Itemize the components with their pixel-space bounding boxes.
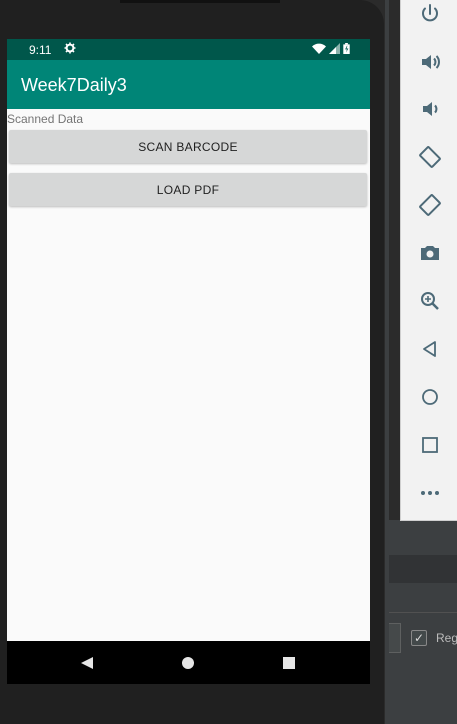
status-time: 9:11 [29, 43, 52, 57]
camera-icon[interactable] [413, 236, 447, 270]
rotate-left-icon[interactable] [413, 140, 447, 174]
gear-icon [64, 42, 76, 54]
ide-input-field[interactable] [389, 623, 401, 653]
rotate-right-icon[interactable] [413, 188, 447, 222]
status-bar: 9:11 [7, 39, 370, 60]
ide-panel-separator [389, 612, 457, 613]
overview-icon[interactable] [413, 428, 447, 462]
wifi-icon [312, 43, 326, 57]
load-pdf-button[interactable]: LOAD PDF [9, 173, 367, 206]
device-screen: 9:11 Week7Daily3 Scanned Data SCAN BARCO… [7, 39, 370, 684]
back-icon[interactable] [413, 332, 447, 366]
home-circle-icon[interactable] [180, 655, 196, 671]
zoom-icon[interactable] [413, 284, 447, 318]
ide-panel-strip [389, 555, 457, 583]
scan-barcode-button[interactable]: SCAN BARCODE [9, 130, 367, 163]
ide-checkbox[interactable]: ✓ [411, 630, 427, 646]
main-content: Scanned Data SCAN BARCODE LOAD PDF [7, 109, 370, 641]
volume-up-icon[interactable] [413, 45, 447, 79]
device-speaker [120, 0, 280, 3]
ide-panel [389, 520, 457, 724]
power-icon[interactable] [413, 0, 447, 31]
navigation-bar [7, 641, 370, 684]
volume-down-icon[interactable] [413, 92, 447, 126]
ide-checkbox-label: Reg [436, 631, 457, 645]
more-icon[interactable] [413, 476, 447, 510]
app-title: Week7Daily3 [21, 75, 127, 95]
battery-icon [343, 42, 350, 57]
emulator-toolbar [400, 0, 457, 521]
signal-icon [329, 42, 340, 57]
app-bar: Week7Daily3 [7, 60, 370, 109]
scanned-data-label: Scanned Data [7, 112, 84, 126]
back-triangle-icon[interactable] [79, 655, 95, 671]
recents-square-icon[interactable] [281, 655, 297, 671]
home-icon[interactable] [413, 380, 447, 414]
status-icons [312, 42, 350, 57]
